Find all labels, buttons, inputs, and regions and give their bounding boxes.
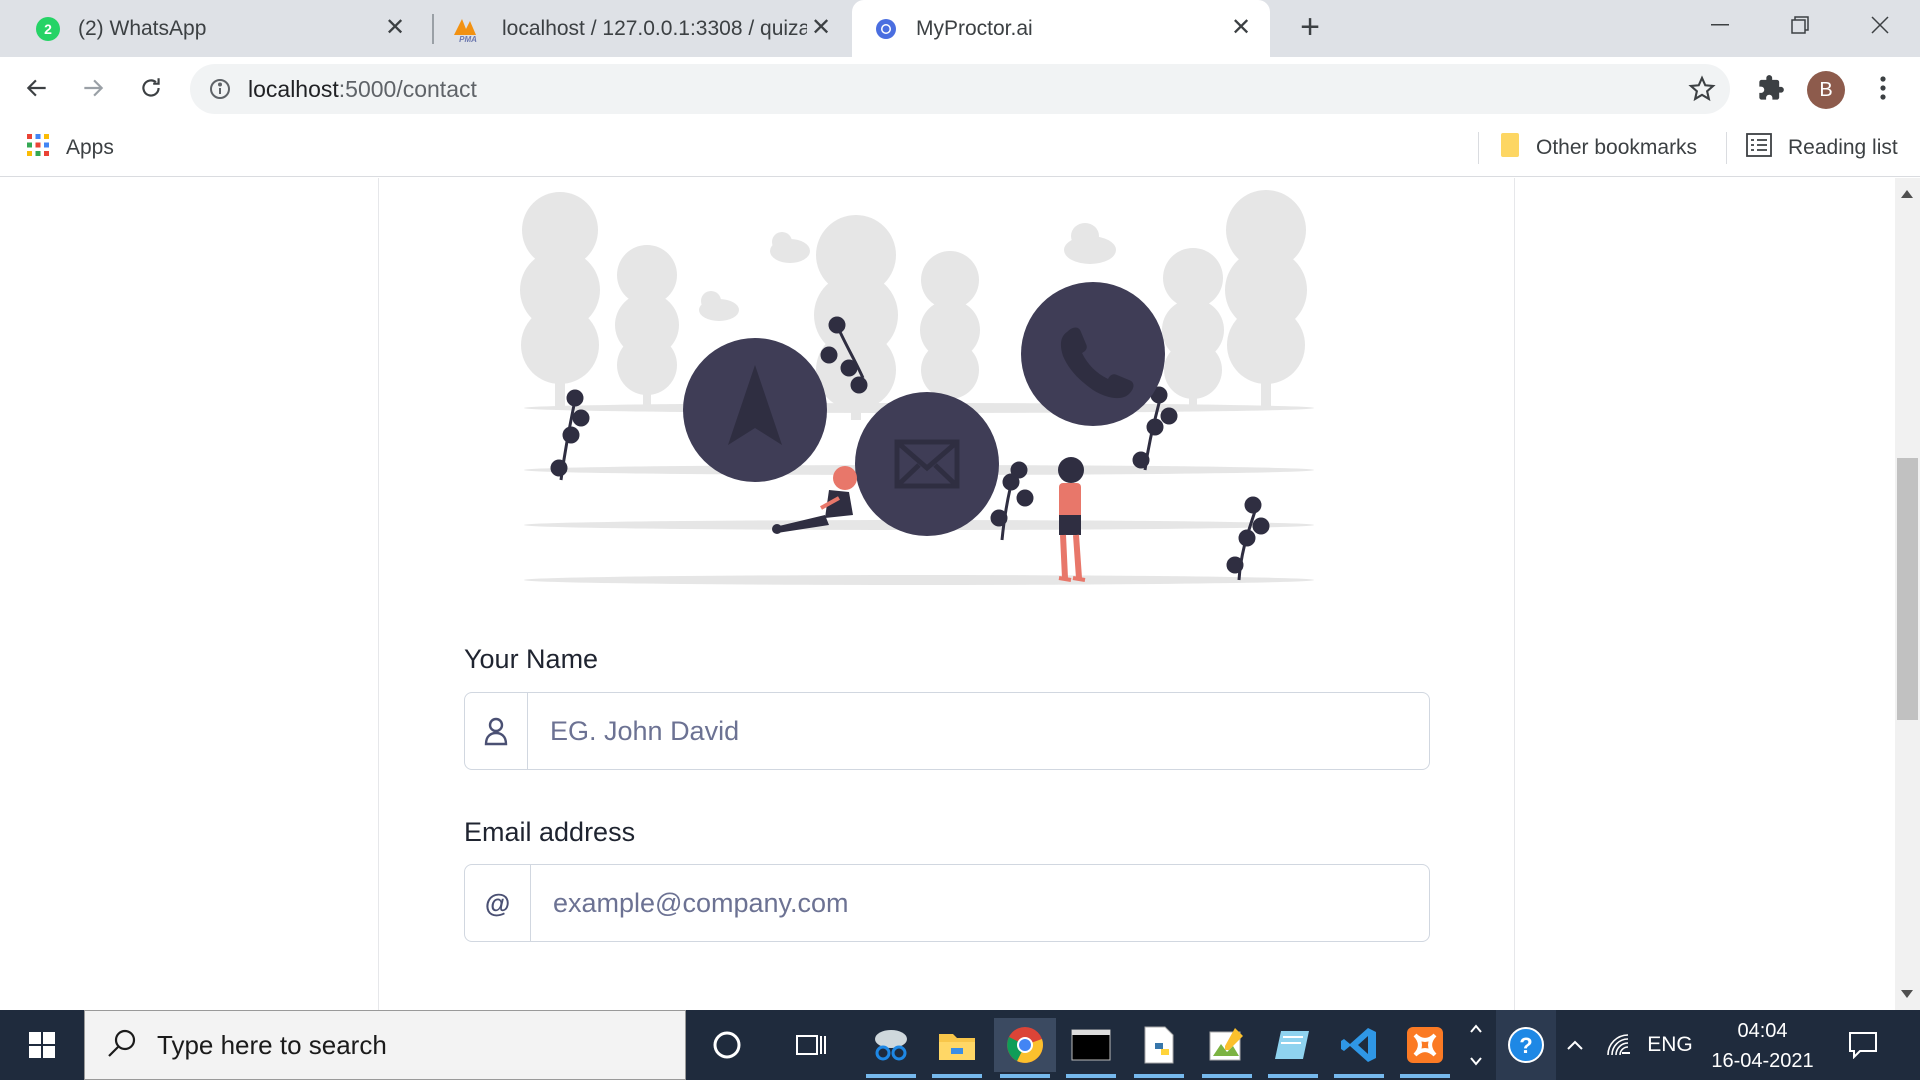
address-bar[interactable]: localhost:5000/contact: [190, 64, 1730, 114]
info-icon[interactable]: [208, 77, 232, 106]
svg-text:PMA: PMA: [459, 35, 477, 43]
snipping-tool-icon[interactable]: [860, 1018, 922, 1078]
scrollbar-thumb[interactable]: [1897, 458, 1918, 720]
reload-button[interactable]: [132, 69, 170, 107]
new-tab-button[interactable]: +: [1292, 10, 1328, 46]
tab-strip: 2 (2) WhatsApp ✕ PMA localhost / 127.0.0…: [0, 0, 1920, 57]
notes-app-icon[interactable]: [1262, 1018, 1324, 1078]
wifi-icon[interactable]: [1600, 1010, 1640, 1080]
whatsapp-icon: 2: [36, 16, 60, 41]
page-scrollbar[interactable]: [1895, 178, 1920, 1010]
profile-avatar[interactable]: B: [1807, 71, 1845, 109]
help-icon[interactable]: ?: [1496, 1010, 1556, 1080]
chrome-tab-icon: [874, 17, 898, 41]
at-sign-icon: @: [465, 865, 531, 941]
forward-button[interactable]: [74, 69, 112, 107]
email-input-group: @: [464, 864, 1430, 942]
restore-button[interactable]: [1760, 0, 1840, 50]
extensions-icon[interactable]: [1752, 69, 1790, 107]
vscode-icon[interactable]: [1328, 1018, 1390, 1078]
chrome-taskbar-icon[interactable]: [994, 1018, 1056, 1078]
email-label: Email address: [464, 817, 636, 847]
tab-whatsapp[interactable]: 2 (2) WhatsApp ✕: [14, 0, 424, 57]
close-window-button[interactable]: [1840, 0, 1920, 50]
name-input-group: [464, 692, 1430, 770]
close-tab-icon[interactable]: ✕: [1228, 15, 1254, 41]
tab-phpmyadmin[interactable]: PMA localhost / 127.0.0.1:3308 / quiza ✕: [436, 0, 850, 57]
standing-person: [1058, 457, 1086, 582]
image-editor-icon[interactable]: [1196, 1018, 1258, 1078]
tab-title: localhost / 127.0.0.1:3308 / quiza: [502, 16, 807, 40]
close-tab-icon[interactable]: ✕: [808, 15, 834, 41]
cortana-icon[interactable]: [696, 1018, 758, 1072]
bookmark-other[interactable]: Other bookmarks: [1500, 132, 1697, 164]
url-text: localhost:5000/contact: [248, 76, 477, 102]
terminal-icon[interactable]: [1060, 1018, 1122, 1078]
python-file-icon[interactable]: [1128, 1018, 1190, 1078]
contact-illustration: [519, 180, 1319, 625]
close-tab-icon[interactable]: ✕: [382, 15, 408, 41]
taskbar-search[interactable]: Type here to search: [84, 1010, 686, 1080]
tab-title: (2) WhatsApp: [78, 16, 207, 40]
bookmark-apps[interactable]: Apps: [26, 132, 114, 164]
email-input[interactable]: [531, 865, 1429, 941]
tab-myproctor[interactable]: MyProctor.ai ✕: [852, 0, 1270, 57]
user-icon: [465, 693, 528, 769]
start-button[interactable]: [0, 1010, 84, 1080]
browser-toolbar: localhost:5000/contact B: [0, 57, 1920, 120]
notification-center-icon[interactable]: [1838, 1010, 1888, 1080]
phpmyadmin-icon: PMA: [452, 17, 484, 43]
windows-taskbar: Type here to search ? ENG 04:04 16-04-20…: [0, 1010, 1920, 1080]
tree-group: [520, 190, 1307, 420]
scroll-down-arrow-icon[interactable]: [1901, 990, 1913, 998]
reading-list-icon: [1746, 133, 1772, 163]
menu-kebab-icon[interactable]: [1864, 69, 1902, 107]
taskbar-clock[interactable]: 04:04 16-04-2021: [1690, 1016, 1835, 1076]
back-button[interactable]: [18, 69, 56, 107]
bookmarks-bar: Apps Other bookmarks Reading list: [0, 120, 1920, 177]
search-icon: [107, 1028, 137, 1063]
name-input[interactable]: [528, 693, 1429, 769]
tray-scroll-control[interactable]: [1462, 1010, 1490, 1080]
page-viewport: Your Name Email address @: [0, 178, 1895, 1010]
scroll-up-arrow-icon[interactable]: [1901, 190, 1913, 198]
apps-grid-icon: [26, 133, 50, 163]
folder-icon: [1500, 132, 1520, 164]
svg-text:2: 2: [44, 21, 52, 37]
bookmark-star-icon[interactable]: [1688, 75, 1716, 108]
reading-list-button[interactable]: Reading list: [1746, 132, 1898, 164]
svg-text:?: ?: [1519, 1033, 1532, 1058]
phone-circle: [1021, 282, 1165, 426]
contact-card: Your Name Email address @: [378, 178, 1515, 1010]
tab-title: MyProctor.ai: [916, 16, 1033, 40]
minimize-button[interactable]: [1680, 0, 1760, 50]
task-view-icon[interactable]: [780, 1018, 842, 1072]
file-explorer-icon[interactable]: [926, 1018, 988, 1078]
name-label: Your Name: [464, 644, 599, 674]
navigation-circle: [683, 338, 827, 482]
mail-circle: [855, 392, 999, 536]
xampp-icon[interactable]: [1394, 1018, 1456, 1078]
show-hidden-icons-chevron-icon[interactable]: [1560, 1010, 1590, 1080]
